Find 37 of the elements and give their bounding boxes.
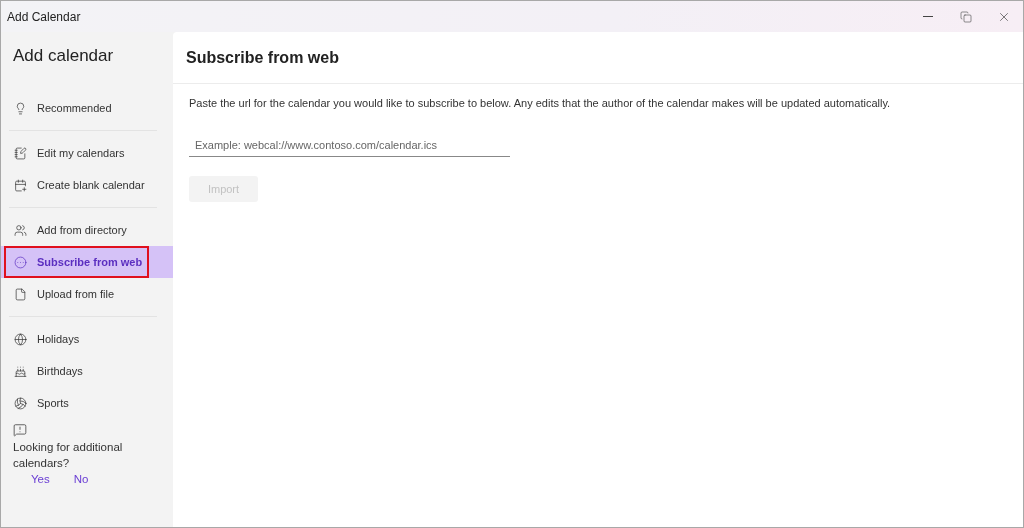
file-icon	[14, 287, 27, 301]
sidebar-item[interactable]: Add from directory	[1, 214, 173, 246]
cake-icon	[14, 364, 27, 378]
minimize-icon	[923, 16, 933, 17]
sidebar-item[interactable]: Upload from file	[1, 278, 173, 310]
sidebar-item-label: Subscribe from web	[37, 256, 143, 268]
sidebar-item[interactable]: Sports	[1, 387, 173, 419]
feedback-icon	[13, 423, 27, 437]
calendar-plus-icon	[14, 178, 27, 192]
answer-link[interactable]: No	[73, 471, 89, 487]
sidebar-item-label: Edit my calendars	[37, 147, 125, 159]
sidebar-item[interactable]: Subscribe from web	[1, 246, 173, 278]
restore-icon	[960, 10, 972, 23]
lightbulb-icon	[14, 101, 27, 115]
sidebar-item[interactable]: Birthdays	[1, 355, 173, 387]
sidebar-item-label: Recommended	[37, 102, 112, 114]
answer-link[interactable]: Yes	[31, 471, 50, 487]
description: Paste the url for the calendar you would like to subscribe to below. Any edits that the author of the calendar makes will be updated automatically.	[189, 97, 891, 109]
sidebar-item[interactable]: Recommended	[1, 92, 173, 124]
sidebar-item[interactable]: Holidays	[1, 323, 173, 355]
sidebar-item-label: Sports	[37, 397, 69, 409]
sidebar-item-label: Holidays	[37, 333, 80, 345]
sidebar-title: Add calendar	[12, 46, 115, 67]
sidebar-item[interactable]: Create blank calendar	[1, 169, 173, 201]
sidebar-item-label: Upload from file	[37, 288, 115, 300]
globe-icon	[14, 332, 27, 346]
sidebar-item-label: Create blank calendar	[37, 179, 145, 191]
people-icon	[14, 223, 27, 237]
sidebar-item[interactable]: Edit my calendars	[1, 137, 173, 169]
feedback-question: Looking for additional calendars?	[13, 440, 124, 471]
sidebar-item-label: Add from directory	[37, 224, 127, 236]
ellipsis-circle-icon	[14, 255, 27, 269]
page-title: Subscribe from web	[186, 48, 339, 67]
note-edit-icon	[14, 146, 27, 160]
window-title: Add Calendar	[7, 9, 82, 24]
ball-icon	[14, 396, 27, 410]
sidebar-item-label: Birthdays	[37, 365, 83, 377]
